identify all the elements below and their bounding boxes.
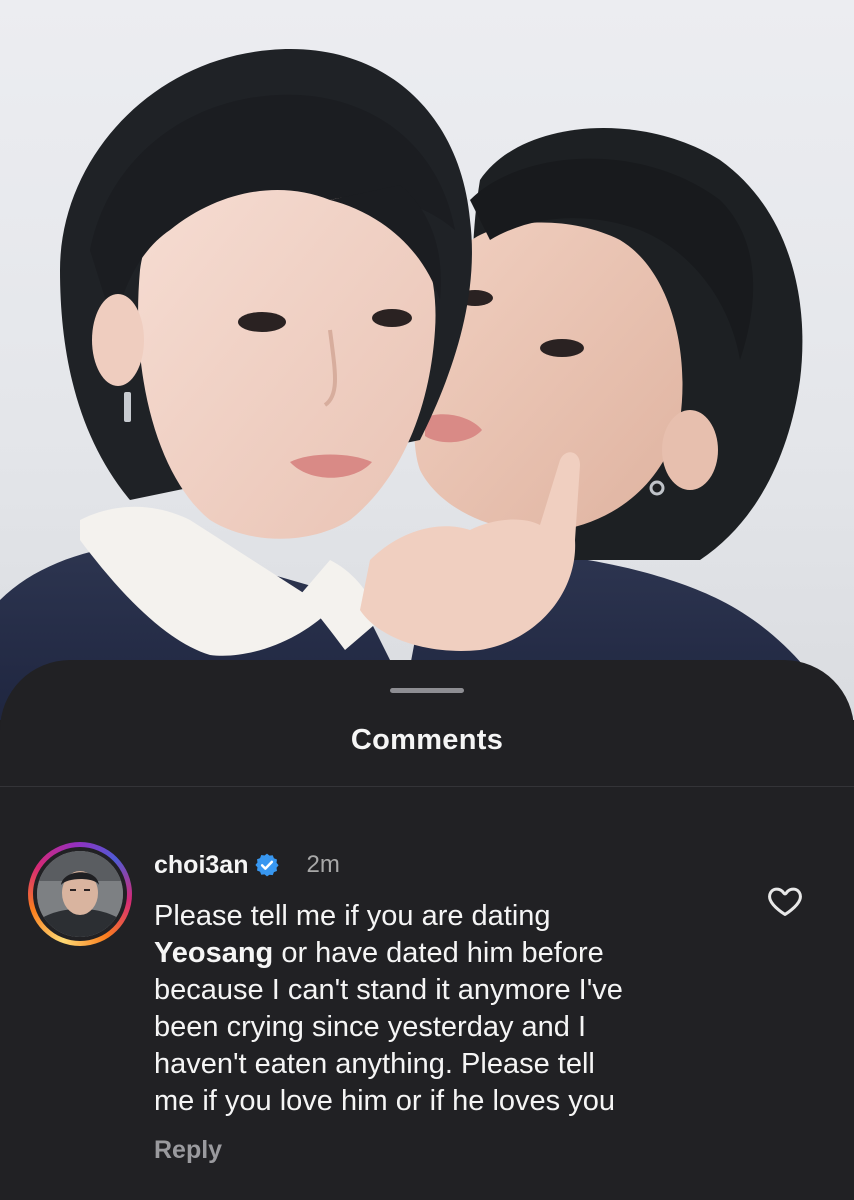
avatar-story-ring[interactable] bbox=[28, 842, 132, 946]
mention-link[interactable]: Yeosang bbox=[154, 937, 273, 969]
avatar-image bbox=[37, 851, 123, 937]
sheet-drag-handle[interactable] bbox=[390, 688, 464, 693]
avatar[interactable] bbox=[37, 851, 123, 937]
verified-badge-icon bbox=[255, 853, 280, 877]
comment-text: Please tell me if you are dating Yeosang… bbox=[154, 898, 734, 1120]
reply-button[interactable]: Reply bbox=[154, 1136, 222, 1165]
heart-icon[interactable] bbox=[766, 882, 804, 920]
comment-header: choi3an 2m bbox=[154, 848, 340, 882]
screen: Comments choi3an 2m Please tell me if yo… bbox=[0, 0, 854, 1200]
sheet-title: Comments bbox=[350, 724, 504, 756]
username[interactable]: choi3an bbox=[154, 851, 248, 880]
comment-text-line1: Please tell me if you are dating bbox=[154, 900, 551, 932]
comment-timestamp: 2m bbox=[306, 851, 340, 878]
divider bbox=[0, 786, 854, 787]
comments-sheet: Comments choi3an 2m Please tell me if yo… bbox=[0, 660, 854, 1200]
post-photo bbox=[0, 0, 854, 720]
post-photo-illustration bbox=[0, 49, 840, 720]
